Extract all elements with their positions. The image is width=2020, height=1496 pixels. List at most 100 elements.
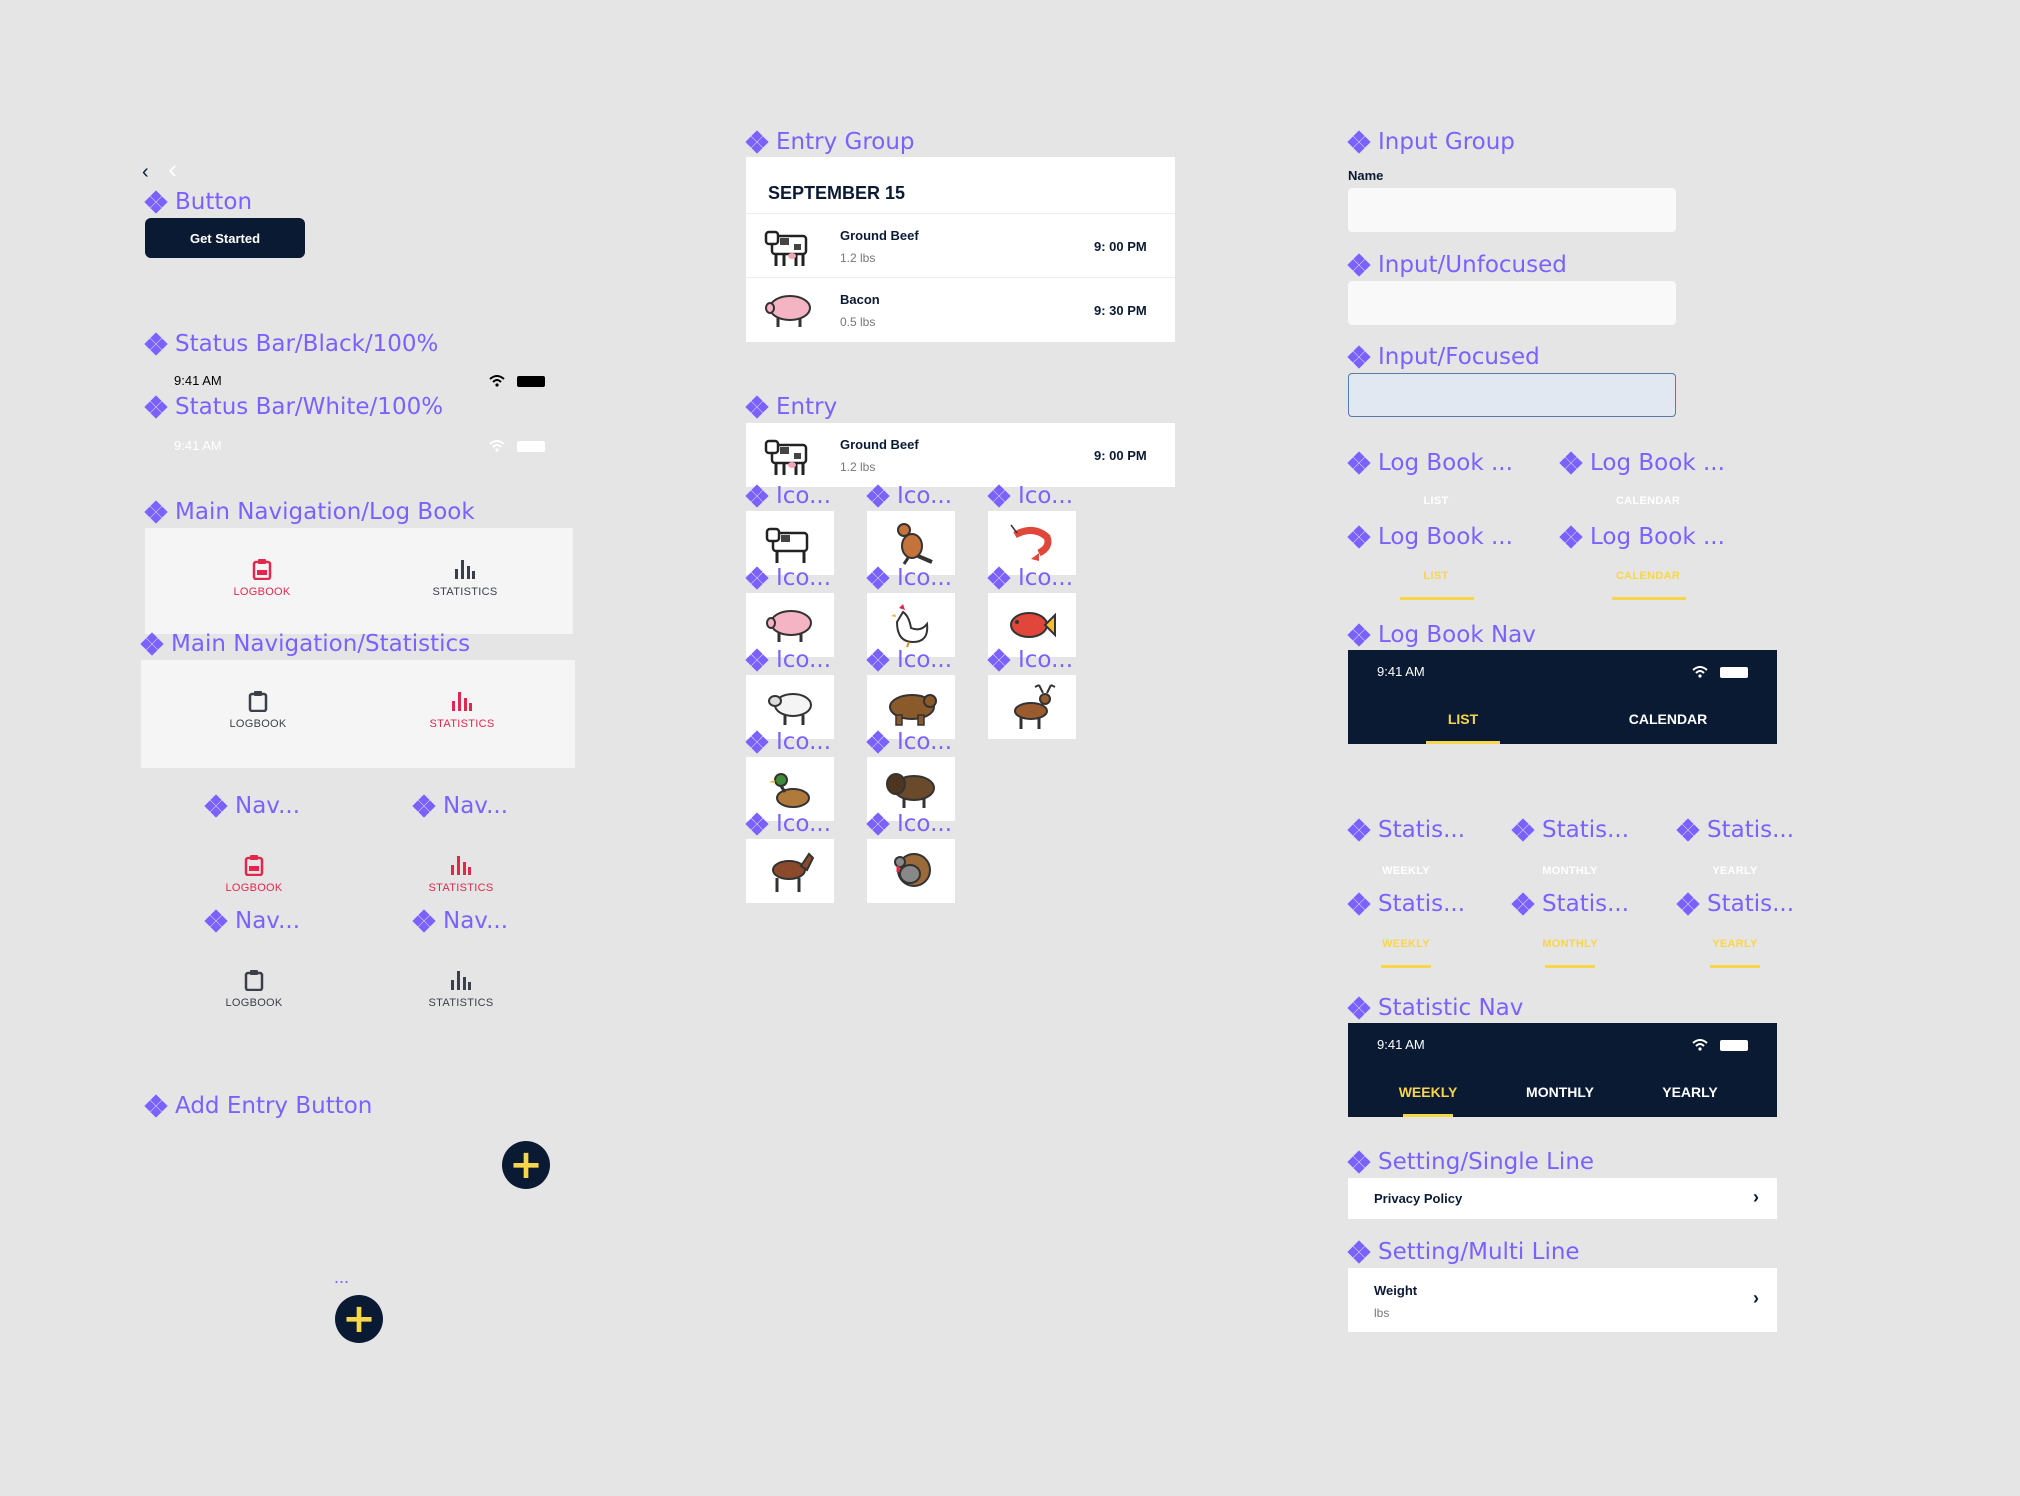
entry-name: Bacon [840, 292, 880, 307]
component-icon [987, 484, 1011, 508]
bar-chart-icon [451, 856, 471, 875]
nav-label: STATISTICS [429, 718, 495, 730]
nav-logbook-active[interactable]: LOGBOOK [219, 854, 289, 894]
nav-logbook-inactive[interactable]: LOGBOOK [219, 969, 289, 1009]
entry-time: 9: 00 PM [1094, 448, 1147, 463]
component-icon [745, 648, 769, 672]
component-label: Entry [745, 394, 837, 420]
stat-tab-weekly-active[interactable]: WEEKLY [1356, 938, 1456, 950]
logbook-tab-list-active[interactable]: LIST [1386, 570, 1486, 582]
component-label: Button [144, 189, 252, 215]
entry[interactable]: Ground Beef 1.2 lbs 9: 00 PM [746, 423, 1175, 487]
component-label: Log Book Nav [1347, 622, 1536, 648]
bison-icon [886, 773, 935, 808]
component-label: Input/Focused [1347, 344, 1540, 370]
sheep-icon [768, 693, 812, 725]
component-label: Ico... [987, 565, 1073, 591]
status-bar-white: 9:41 AM [145, 435, 545, 459]
shrimp-icon [1010, 524, 1052, 561]
statistic-nav-monthly-tab[interactable]: MONTHLY [1510, 1084, 1610, 1100]
stat-tab-monthly[interactable]: MONTHLY [1520, 865, 1620, 877]
tab-underline [1400, 597, 1474, 600]
back-chevron-dark-icon[interactable]: ‹ [142, 161, 149, 183]
wifi-icon [1692, 1039, 1708, 1051]
status-time: 9:41 AM [174, 438, 222, 453]
tab-underline [1710, 965, 1760, 968]
component-icon [140, 632, 164, 656]
stat-tab-yearly[interactable]: YEARLY [1685, 865, 1785, 877]
entry-row[interactable]: Bacon 0.5 lbs 9: 30 PM [746, 277, 1175, 342]
entry-time: 9: 30 PM [1094, 303, 1147, 318]
component-label: Input/Unfocused [1347, 252, 1567, 278]
component-label: Setting/Multi Line [1347, 1239, 1580, 1265]
back-chevron-white-icon[interactable]: ‹ [168, 154, 177, 184]
component-label: Ico... [745, 729, 831, 755]
component-icon [1676, 892, 1700, 916]
stat-tab-weekly[interactable]: WEEKLY [1356, 865, 1456, 877]
chevron-right-icon: › [1753, 1187, 1759, 1207]
add-entry-button[interactable]: + [502, 1141, 550, 1189]
component-label: Ico... [987, 647, 1073, 673]
component-icon [1347, 623, 1371, 647]
tab-underline [1545, 965, 1595, 968]
component-label: Input Group [1347, 129, 1515, 155]
component-label: Log Book ... [1559, 524, 1725, 550]
nav-statistics-tab[interactable]: STATISTICS [422, 690, 502, 730]
cow-icon [764, 439, 808, 475]
input-focused[interactable] [1348, 373, 1676, 417]
entry-quantity: 1.2 lbs [840, 251, 876, 265]
component-icon [1559, 451, 1583, 475]
logbook-tab-list[interactable]: LIST [1386, 495, 1486, 507]
setting-single-line[interactable]: Privacy Policy › [1348, 1178, 1777, 1219]
statistic-nav-yearly-tab[interactable]: YEARLY [1640, 1084, 1740, 1100]
nav-logbook-tab[interactable]: LOGBOOK [227, 558, 297, 598]
nav-logbook-tab[interactable]: LOGBOOK [223, 690, 293, 730]
entry-name: Ground Beef [840, 437, 919, 452]
component-label: Nav... [412, 908, 508, 934]
icon-tile [867, 839, 955, 903]
component-label: Statis... [1347, 817, 1465, 843]
stat-tab-yearly-active[interactable]: YEARLY [1685, 938, 1785, 950]
nav-label: LOGBOOK [229, 718, 287, 730]
statistic-nav: 9:41 AM WEEKLY MONTHLY YEARLY [1348, 1023, 1777, 1117]
component-icon [412, 794, 436, 818]
component-icon [1347, 451, 1371, 475]
bear-icon [889, 694, 937, 726]
logbook-tab-calendar-active[interactable]: CALENDAR [1598, 570, 1698, 582]
component-icon [1676, 818, 1700, 842]
setting-sublabel: lbs [1374, 1306, 1390, 1320]
component-icon [412, 909, 436, 933]
component-icon [866, 648, 890, 672]
battery-icon [1720, 1040, 1748, 1051]
component-icon [204, 909, 228, 933]
status-time: 9:41 AM [1377, 1037, 1425, 1052]
nav-label: LOGBOOK [225, 997, 283, 1009]
wifi-icon [489, 375, 505, 387]
component-label: Statis... [1676, 817, 1794, 843]
nav-statistics-inactive[interactable]: STATISTICS [421, 969, 501, 1009]
statistic-nav-weekly-tab[interactable]: WEEKLY [1378, 1084, 1478, 1100]
bar-chart-icon [451, 971, 471, 990]
name-input[interactable] [1348, 188, 1676, 232]
component-icon [987, 566, 1011, 590]
entry-row[interactable]: Ground Beef 1.2 lbs 9: 00 PM [746, 213, 1175, 277]
setting-multi-line[interactable]: Weight lbs › [1348, 1268, 1777, 1332]
back-chevron-icons: ‹ ‹ [142, 154, 177, 185]
nav-statistics-tab[interactable]: STATISTICS [425, 558, 505, 598]
component-icon [866, 812, 890, 836]
logbook-nav-calendar-tab[interactable]: CALENDAR [1618, 711, 1718, 727]
input-unfocused[interactable] [1348, 281, 1676, 325]
turkey-icon [894, 853, 931, 887]
bar-chart-icon [452, 692, 472, 711]
get-started-button[interactable]: Get Started [145, 218, 305, 258]
component-icon [1347, 130, 1371, 154]
stat-tab-monthly-active[interactable]: MONTHLY [1520, 938, 1620, 950]
entry-group-date: SEPTEMBER 15 [768, 183, 906, 203]
logbook-tab-calendar[interactable]: CALENDAR [1598, 495, 1698, 507]
logbook-nav: 9:41 AM LIST CALENDAR [1348, 650, 1777, 744]
add-entry-button-instance[interactable]: + [335, 1295, 383, 1343]
logbook-nav-list-tab[interactable]: LIST [1426, 711, 1500, 727]
nav-statistics-active[interactable]: STATISTICS [421, 854, 501, 894]
tab-underline [1612, 597, 1686, 600]
component-icon [745, 130, 769, 154]
